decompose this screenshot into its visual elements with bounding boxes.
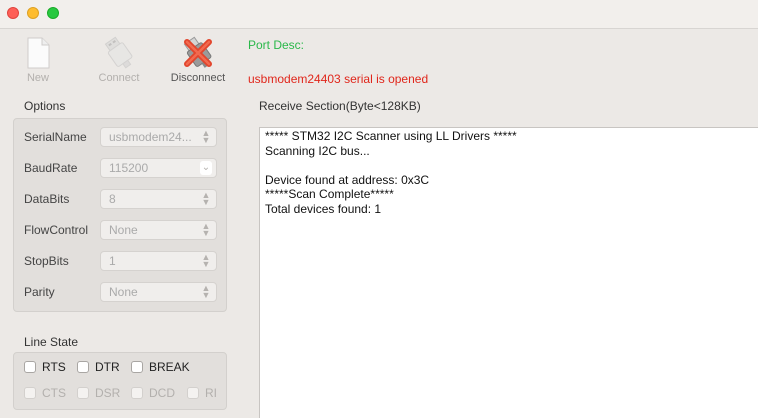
- updown-arrows-icon: ▲ ▼: [201, 221, 211, 238]
- new-button[interactable]: New: [22, 36, 54, 84]
- databits-select[interactable]: 8 ▲ ▼: [100, 189, 217, 209]
- new-button-label: New: [26, 72, 49, 84]
- minimize-window-button[interactable]: [27, 7, 39, 19]
- receive-line: [265, 158, 753, 173]
- flowcontrol-row: FlowControl None ▲ ▼: [14, 220, 228, 242]
- updown-arrows-icon: ▲ ▼: [201, 252, 211, 269]
- flowcontrol-select[interactable]: None ▲ ▼: [100, 220, 217, 240]
- dsr-label: DSR: [95, 386, 121, 400]
- line-state-title: Line State: [24, 335, 79, 349]
- usb-plug-icon: [104, 36, 133, 69]
- updown-arrows-icon: ▲ ▼: [201, 190, 211, 207]
- serialname-row: SerialName usbmodem24... ▲ ▼: [14, 127, 228, 149]
- break-checkbox[interactable]: BREAK: [131, 360, 190, 376]
- stopbits-value: 1: [109, 254, 116, 268]
- cts-label: CTS: [42, 386, 66, 400]
- port-description: Port Desc:: [248, 38, 305, 52]
- dtr-checkbox[interactable]: DTR: [77, 360, 120, 376]
- disconnect-button[interactable]: Disconnect: [168, 36, 228, 84]
- ri-checkbox: RI: [187, 386, 217, 402]
- serialname-value: usbmodem24...: [109, 130, 192, 144]
- stopbits-label: StopBits: [24, 254, 69, 268]
- flowcontrol-value: None: [109, 223, 138, 237]
- parity-row: Parity None ▲ ▼: [14, 282, 228, 304]
- rts-checkbox[interactable]: RTS: [24, 360, 66, 376]
- connect-button[interactable]: Connect: [96, 36, 142, 84]
- disconnect-usb-icon: [183, 36, 212, 68]
- serialname-label: SerialName: [24, 130, 87, 144]
- checkbox-box: [24, 361, 36, 373]
- chevron-down-icon: ⌄: [200, 161, 212, 175]
- dsr-checkbox: DSR: [77, 386, 120, 402]
- connect-button-label: Connect: [98, 72, 140, 84]
- dcd-checkbox: DCD: [131, 386, 175, 402]
- parity-select[interactable]: None ▲ ▼: [100, 282, 217, 302]
- status-message: usbmodem24403 serial is opened: [248, 72, 429, 86]
- rts-label: RTS: [42, 360, 66, 374]
- close-window-button[interactable]: [7, 7, 19, 19]
- receive-line: Scanning I2C bus...: [265, 143, 370, 158]
- checkbox-box: [131, 361, 143, 373]
- baudrate-label: BaudRate: [24, 161, 78, 175]
- receive-line: Total devices found: 1: [265, 201, 382, 216]
- baudrate-row: BaudRate 115200 ⌄: [14, 158, 228, 180]
- checkbox-box: [24, 387, 36, 399]
- parity-value: None: [109, 285, 138, 299]
- options-panel: SerialName usbmodem24... ▲ ▼ BaudRate 115…: [13, 118, 227, 312]
- break-label: BREAK: [149, 360, 190, 374]
- title-bar: [0, 0, 758, 29]
- stopbits-row: StopBits 1 ▲ ▼: [14, 251, 228, 273]
- dcd-label: DCD: [149, 386, 175, 400]
- receive-line: Device found at address: 0x3C: [265, 172, 430, 187]
- ri-label: RI: [205, 386, 217, 400]
- receive-text-area[interactable]: ***** STM32 I2C Scanner using LL Drivers…: [259, 127, 758, 418]
- line-state-panel: RTS DTR BREAK CTS DSR DCD RI: [13, 352, 227, 410]
- dtr-label: DTR: [95, 360, 120, 374]
- databits-label: DataBits: [24, 192, 70, 206]
- zoom-window-button[interactable]: [47, 7, 59, 19]
- serialname-select[interactable]: usbmodem24... ▲ ▼: [100, 127, 217, 147]
- databits-value: 8: [109, 192, 116, 206]
- baudrate-select[interactable]: 115200 ⌄: [100, 158, 217, 178]
- checkbox-box: [77, 361, 89, 373]
- receive-line: ***** STM32 I2C Scanner using LL Drivers…: [265, 129, 517, 143]
- baudrate-value: 115200: [109, 161, 149, 175]
- databits-row: DataBits 8 ▲ ▼: [14, 189, 228, 211]
- checkbox-box: [131, 387, 143, 399]
- updown-arrows-icon: ▲ ▼: [201, 128, 211, 145]
- parity-label: Parity: [24, 285, 55, 299]
- stopbits-select[interactable]: 1 ▲ ▼: [100, 251, 217, 271]
- disconnect-button-label: Disconnect: [170, 72, 226, 84]
- cts-checkbox: CTS: [24, 386, 66, 402]
- receive-section-title: Receive Section(Byte<128KB): [259, 99, 421, 113]
- options-title: Options: [24, 99, 66, 113]
- flowcontrol-label: FlowControl: [24, 223, 89, 237]
- new-file-icon: [27, 37, 50, 69]
- checkbox-box: [187, 387, 199, 399]
- updown-arrows-icon: ▲ ▼: [201, 283, 211, 300]
- checkbox-box: [77, 387, 89, 399]
- receive-line: *****Scan Complete*****: [265, 187, 394, 201]
